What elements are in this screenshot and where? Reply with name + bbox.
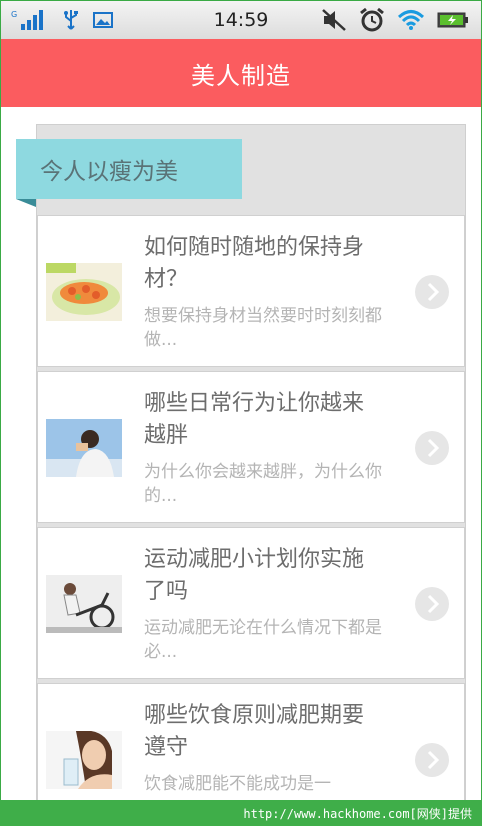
watermark-strip: http://www.hackhome.com[网侠]提供 [0,800,482,826]
battery-icon [437,10,469,34]
wifi-icon [397,9,425,35]
article-title: 如何随时随地的保持身材？ [144,235,365,292]
article-list-container[interactable]: 今人以瘦为美 如何随时随地的保持身材？ 想要保持身材当然要时时刻刻都做... 哪… [1,107,481,800]
watermark-text: http://www.hackhome.com[网侠]提供 [243,806,472,821]
article-thumbnail [46,419,122,477]
alarm-icon [359,7,385,37]
status-bar: G 14:59 [1,1,481,39]
mute-icon [321,8,347,36]
article-summary: 运动减肥无论在什么情况下都是必... [144,618,382,662]
app-title: 美人制造 [191,61,291,90]
chevron-right-icon[interactable] [414,586,450,622]
article-summary: 饮食减肥能不能成功是一 [144,774,331,794]
list-item[interactable]: 运动减肥小计划你实施了吗 运动减肥无论在什么情况下都是必... [37,527,465,679]
article-thumbnail [46,575,122,633]
chevron-right-icon[interactable] [414,742,450,778]
list-item[interactable]: 如何随时随地的保持身材？ 想要保持身材当然要时时刻刻都做... [37,215,465,367]
ribbon-fold [16,199,36,207]
app-bar: 美人制造 [1,39,481,107]
section-ribbon-label: 今人以瘦为美 [40,159,178,185]
list-item[interactable]: 哪些饮食原则减肥期要遵守 饮食减肥能不能成功是一 [37,683,465,800]
chevron-right-icon[interactable] [414,430,450,466]
list-item[interactable]: 哪些日常行为让你越来越胖 为什么你会越来越胖，为什么你的... [37,371,465,523]
article-title: 哪些日常行为让你越来越胖 [144,391,365,448]
chevron-right-icon[interactable] [414,274,450,310]
section-ribbon: 今人以瘦为美 [16,139,242,199]
article-thumbnail [46,731,122,789]
article-title: 运动减肥小计划你实施了吗 [144,547,365,604]
article-thumbnail [46,263,122,321]
article-summary: 为什么你会越来越胖，为什么你的... [144,462,382,506]
article-title: 哪些饮食原则减肥期要遵守 [144,703,365,760]
article-summary: 想要保持身材当然要时时刻刻都做... [144,306,382,350]
